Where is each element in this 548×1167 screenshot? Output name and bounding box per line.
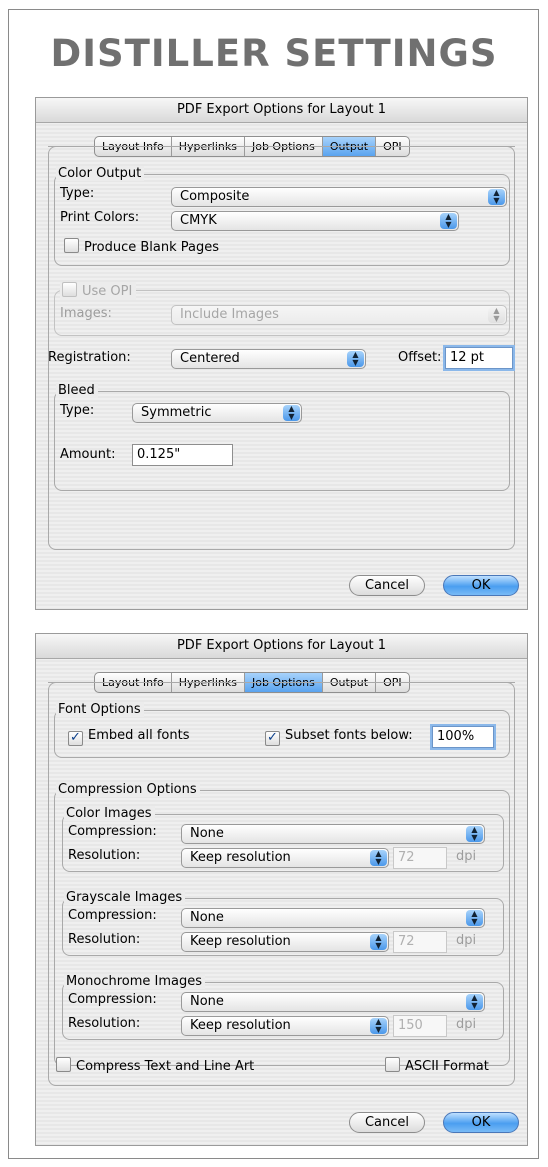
type-label: Type: [60, 186, 95, 201]
popup-arrows-icon: ▲ ▼ [283, 405, 300, 421]
registration-value: Centered [180, 351, 240, 366]
popup-arrows-icon: ▲ ▼ [466, 910, 483, 926]
export-dialog-output: PDF Export Options for Layout 1 Layout I… [35, 97, 528, 610]
monochrome-resolution-value: Keep resolution [190, 1018, 291, 1033]
subset-fonts-checkbox[interactable]: ✓ Subset fonts below: [265, 728, 413, 746]
popup-arrows-icon: ▲ ▼ [370, 1018, 387, 1034]
bleed-type-label: Type: [60, 403, 95, 418]
monochrome-images-title: Monochrome Images [64, 974, 206, 989]
color-dpi-field[interactable]: 72 [393, 847, 447, 869]
registration-popup[interactable]: Centered ▲ ▼ [171, 349, 366, 369]
color-resolution-popup[interactable]: Keep resolution ▲ ▼ [181, 848, 389, 868]
monochrome-resolution-popup[interactable]: Keep resolution ▲ ▼ [181, 1016, 389, 1036]
grayscale-dpi-field[interactable]: 72 [393, 931, 447, 953]
popup-arrows-icon: ▲ ▼ [440, 213, 457, 229]
export-dialog-job-options: PDF Export Options for Layout 1 Layout I… [35, 633, 528, 1146]
checkmark-icon: ✓ [68, 731, 83, 746]
grayscale-resolution-value: Keep resolution [190, 934, 291, 949]
grayscale-resolution-popup[interactable]: Keep resolution ▲ ▼ [181, 932, 389, 952]
produce-blank-pages-checkbox[interactable]: Produce Blank Pages [64, 238, 219, 256]
checkbox-box [64, 238, 79, 253]
color-compression-label: Compression: [68, 824, 157, 839]
grayscale-images-title: Grayscale Images [64, 890, 186, 905]
color-resolution-label: Resolution: [68, 848, 141, 863]
bleed-amount-label: Amount: [60, 447, 116, 462]
bleed-type-value: Symmetric [141, 405, 212, 420]
popup-arrows-icon: ▲ ▼ [488, 189, 505, 205]
monochrome-compression-value: None [190, 994, 224, 1009]
opi-images-value: Include Images [180, 307, 279, 322]
page-heading: DISTILLER SETTINGS [50, 32, 498, 75]
embed-all-fonts-label: Embed all fonts [88, 728, 190, 743]
subset-fonts-label: Subset fonts below: [285, 728, 413, 743]
font-options-title: Font Options [56, 702, 144, 717]
ascii-format-checkbox[interactable]: ASCII Format [385, 1057, 489, 1075]
popup-arrows-icon: ▲ ▼ [370, 850, 387, 866]
color-images-title: Color Images [64, 806, 155, 821]
monochrome-dpi-field[interactable]: 150 [393, 1015, 447, 1037]
checkbox-box [62, 282, 77, 297]
popup-arrows-icon: ▲ ▼ [370, 934, 387, 950]
color-compression-value: None [190, 826, 224, 841]
offset-label: Offset: [398, 350, 442, 365]
grayscale-compression-label: Compression: [68, 908, 157, 923]
monochrome-resolution-label: Resolution: [68, 1016, 141, 1031]
opi-images-popup[interactable]: Include Images ▲ ▼ [171, 305, 507, 325]
popup-arrows-icon: ▲ ▼ [466, 826, 483, 842]
type-value: Composite [180, 189, 250, 204]
popup-arrows-icon: ▲ ▼ [466, 994, 483, 1010]
grayscale-resolution-label: Resolution: [68, 932, 141, 947]
dialog-title: PDF Export Options for Layout 1 [36, 634, 527, 659]
cancel-button[interactable]: Cancel [349, 1112, 425, 1133]
ok-button[interactable]: OK [443, 575, 519, 596]
color-resolution-value: Keep resolution [190, 850, 291, 865]
compress-text-checkbox[interactable]: Compress Text and Line Art [56, 1057, 254, 1075]
popup-arrows-icon: ▲ ▼ [488, 307, 505, 323]
color-compression-popup[interactable]: None ▲ ▼ [181, 824, 485, 844]
offset-field[interactable]: 12 pt [445, 347, 513, 369]
checkmark-icon: ✓ [265, 731, 280, 746]
color-output-title: Color Output [56, 166, 145, 181]
checkbox-box [56, 1057, 71, 1072]
color-dpi-label: dpi [456, 849, 477, 864]
monochrome-compression-label: Compression: [68, 992, 157, 1007]
bleed-title: Bleed [56, 383, 98, 398]
monochrome-compression-popup[interactable]: None ▲ ▼ [181, 992, 485, 1012]
use-opi-label: Use OPI [82, 284, 133, 299]
checkbox-box [385, 1057, 400, 1072]
type-popup[interactable]: Composite ▲ ▼ [171, 187, 507, 207]
ascii-format-label: ASCII Format [405, 1059, 489, 1074]
use-opi-checkbox[interactable]: Use OPI [60, 282, 137, 300]
cancel-button[interactable]: Cancel [349, 575, 425, 596]
ok-button[interactable]: OK [443, 1112, 519, 1133]
bleed-amount-field[interactable]: 0.125" [132, 444, 233, 466]
print-colors-popup[interactable]: CMYK ▲ ▼ [171, 211, 459, 231]
produce-blank-pages-label: Produce Blank Pages [84, 240, 220, 255]
grayscale-compression-popup[interactable]: None ▲ ▼ [181, 908, 485, 928]
monochrome-dpi-label: dpi [456, 1017, 477, 1032]
print-colors-value: CMYK [180, 213, 217, 228]
print-colors-label: Print Colors: [60, 210, 140, 225]
grayscale-dpi-label: dpi [456, 933, 477, 948]
grayscale-compression-value: None [190, 910, 224, 925]
popup-arrows-icon: ▲ ▼ [347, 351, 364, 367]
bleed-type-popup[interactable]: Symmetric ▲ ▼ [132, 403, 302, 423]
embed-all-fonts-checkbox[interactable]: ✓ Embed all fonts [68, 728, 189, 746]
registration-label: Registration: [48, 350, 131, 365]
dialog-title: PDF Export Options for Layout 1 [36, 98, 527, 123]
subset-fonts-field[interactable]: 100% [432, 726, 494, 748]
opi-images-label: Images: [60, 306, 112, 321]
compression-options-title: Compression Options [56, 782, 200, 797]
compress-text-label: Compress Text and Line Art [76, 1059, 255, 1074]
